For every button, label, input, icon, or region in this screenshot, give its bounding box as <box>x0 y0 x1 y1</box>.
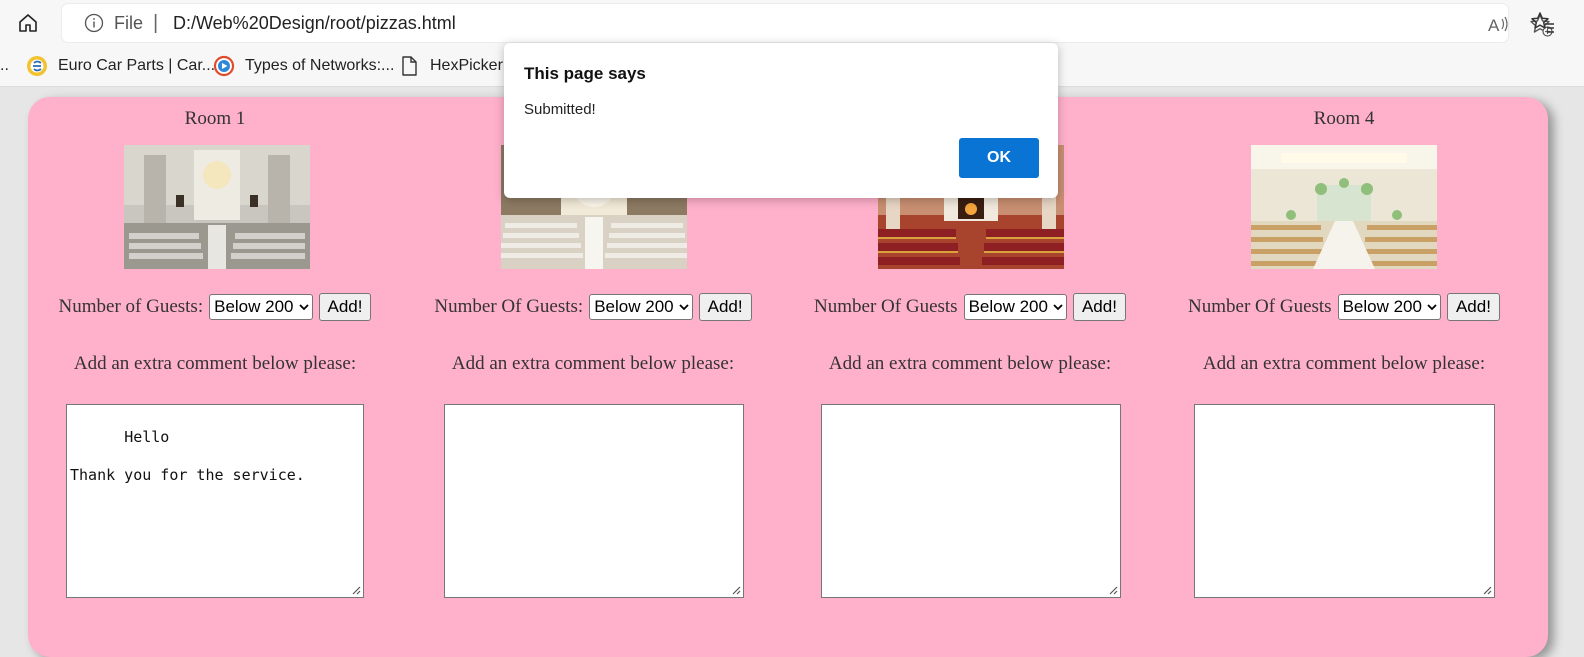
guests-row: Number Of Guests: Below 200 Add! <box>423 293 763 321</box>
comment-text: Hello Thank you for the service. <box>70 428 305 484</box>
resize-grip-icon[interactable] <box>1482 585 1492 595</box>
guests-select-value: Below 200 <box>1342 297 1422 316</box>
info-icon[interactable] <box>84 13 104 33</box>
add-button[interactable]: Add! <box>1446 293 1500 321</box>
bookmark-label: Euro Car Parts | Car... <box>58 57 216 74</box>
comment-textarea[interactable]: Hello Thank you for the service. <box>66 404 364 598</box>
guests-label: Number Of Guests: <box>434 296 584 317</box>
file-label: File <box>114 13 144 33</box>
guests-select[interactable]: Below 200 <box>963 294 1067 320</box>
dialog-message: Submitted! <box>524 101 596 118</box>
add-button[interactable]: Add! <box>1072 293 1126 321</box>
guests-select-value: Below 200 <box>594 297 674 316</box>
comment-textarea[interactable] <box>444 404 744 598</box>
guests-label: Number of Guests: <box>58 296 204 317</box>
guests-row: Number Of Guests Below 200 Add! <box>800 293 1140 321</box>
guests-row: Number of Guests: Below 200 Add! <box>45 293 385 321</box>
url-separator: | <box>153 12 159 34</box>
guests-select-value: Below 200 <box>968 297 1048 316</box>
add-button[interactable]: Add! <box>698 293 752 321</box>
url-text[interactable]: D:/Web%20Design/root/pizzas.html <box>173 13 456 34</box>
ok-button[interactable]: OK <box>959 138 1039 178</box>
guests-row: Number Of Guests Below 200 Add! <box>1174 293 1514 321</box>
room-title: Room 1 <box>184 108 246 129</box>
add-button[interactable]: Add! <box>318 293 372 321</box>
resize-grip-icon[interactable] <box>351 585 361 595</box>
read-aloud-icon[interactable]: A <box>1486 12 1512 38</box>
comment-label: Add an extra comment below please: <box>73 353 357 374</box>
address-bar[interactable]: File | D:/Web%20Design/root/pizzas.html … <box>62 4 1553 42</box>
guests-select[interactable]: Below 200 <box>209 294 313 320</box>
favorites-icon[interactable] <box>1530 10 1556 36</box>
chevron-down-icon <box>1427 304 1437 311</box>
comment-textarea[interactable] <box>1194 404 1495 598</box>
home-icon[interactable] <box>14 9 42 37</box>
address-bar-row: File | D:/Web%20Design/root/pizzas.html … <box>0 0 1584 46</box>
guests-select[interactable]: Below 200 <box>589 294 693 320</box>
room-photo <box>1251 145 1437 269</box>
guests-select-value: Below 200 <box>214 297 294 316</box>
bookmark-euro-car-parts[interactable]: Euro Car Parts | Car... <box>26 54 215 78</box>
bookmark-overflow[interactable]: .. <box>0 54 9 78</box>
comment-label: Add an extra comment below please: <box>1202 353 1486 374</box>
chevron-down-icon <box>678 304 689 311</box>
guests-label: Number Of Guests <box>814 296 958 317</box>
dialog-title: This page says <box>524 64 646 83</box>
chevron-down-icon <box>298 304 309 311</box>
comment-textarea[interactable] <box>821 404 1121 598</box>
room-photo <box>124 145 310 269</box>
resize-grip-icon[interactable] <box>731 585 741 595</box>
bookmark-types-of-networks[interactable]: Types of Networks:... <box>213 54 394 78</box>
play-favicon <box>213 55 235 77</box>
guests-select[interactable]: Below 200 <box>1337 294 1441 320</box>
bookmark-hexpicker[interactable]: HexPicker | <box>398 54 512 78</box>
bookmark-label: Types of Networks:... <box>245 57 395 74</box>
room-title: Room 4 <box>1313 108 1375 129</box>
resize-grip-icon[interactable] <box>1108 585 1118 595</box>
svg-text:A: A <box>1488 16 1500 35</box>
bookmark-label: HexPicker | <box>430 57 512 74</box>
page-icon <box>398 55 420 77</box>
bookmark-label: .. <box>0 57 9 74</box>
alert-dialog: This page says Submitted! OK <box>504 43 1058 198</box>
guests-label: Number Of Guests <box>1188 296 1332 317</box>
comment-label: Add an extra comment below please: <box>451 353 735 374</box>
euro-car-parts-favicon <box>26 55 48 77</box>
comment-label: Add an extra comment below please: <box>828 353 1112 374</box>
chevron-down-icon <box>1053 304 1063 311</box>
